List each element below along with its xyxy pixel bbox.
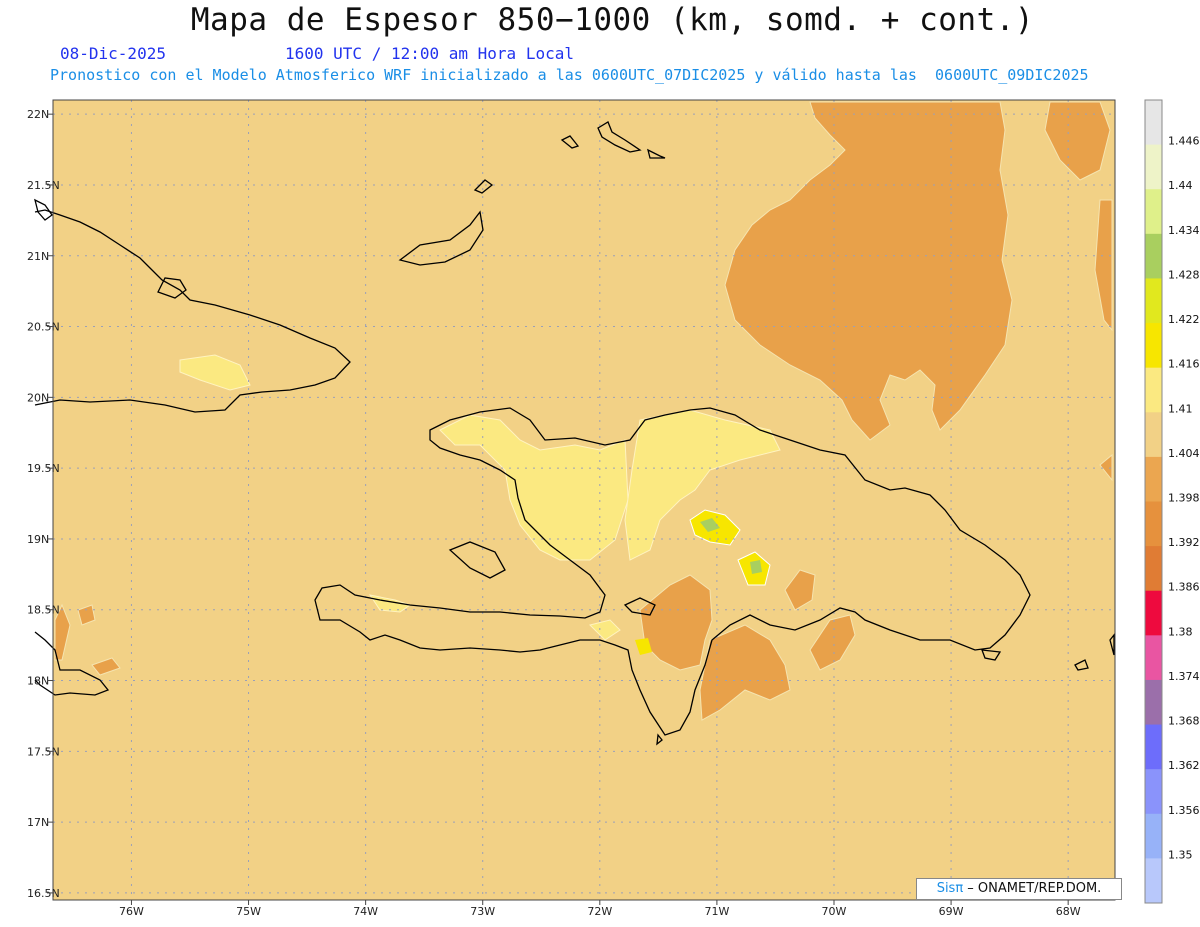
- lat-tick-label: 20.5N: [27, 321, 60, 334]
- colorbar-swatch: [1145, 813, 1162, 859]
- credit-text: – ONAMET/REP.DOM.: [963, 881, 1102, 896]
- colorbar-label: 1.356: [1168, 804, 1200, 817]
- colorbar-label: 1.446: [1168, 135, 1200, 148]
- lat-tick-label: 19N: [27, 533, 49, 546]
- colorbar-label: 1.41: [1168, 402, 1193, 415]
- lat-tick-label: 20N: [27, 391, 49, 404]
- lon-tick-label: 76W: [119, 905, 144, 918]
- colorbar-swatch: [1145, 724, 1162, 770]
- lon-tick-label: 72W: [587, 905, 612, 918]
- colorbar-swatch: [1145, 100, 1162, 146]
- colorbar-label: 1.374: [1168, 670, 1200, 683]
- colorbar-swatch: [1145, 189, 1162, 235]
- colorbar-label: 1.362: [1168, 759, 1200, 772]
- lat-tick-label: 17N: [27, 816, 49, 829]
- colorbar-swatch: [1145, 412, 1162, 458]
- colorbar-swatch: [1145, 501, 1162, 547]
- colorbar: 1.446 1.44 1.434 1.428 1.422 1.416 1.41 1.404 1.…: [1144, 99, 1200, 904]
- colorbar-swatch: [1145, 367, 1162, 413]
- colorbar-label: 1.422: [1168, 313, 1200, 326]
- colorbar-swatch: [1145, 233, 1162, 279]
- lat-tick-label: 16.5N: [27, 887, 60, 900]
- credit-box: Sisπ – ONAMET/REP.DOM.: [916, 878, 1122, 900]
- lat-tick-label: 17.5N: [27, 745, 60, 758]
- colorbar-swatch: [1145, 278, 1162, 324]
- colorbar-swatch: [1145, 769, 1162, 815]
- colorbar-label: 1.386: [1168, 581, 1200, 594]
- colorbar-swatch: [1145, 590, 1162, 636]
- colorbar-swatch: [1145, 456, 1162, 502]
- colorbar-label: 1.392: [1168, 536, 1200, 549]
- lat-tick-label: 21N: [27, 250, 49, 263]
- lon-tick-label: 70W: [822, 905, 847, 918]
- lat-tick-label: 19.5N: [27, 462, 60, 475]
- colorbar-label: 1.38: [1168, 625, 1193, 638]
- lon-tick-label: 74W: [353, 905, 378, 918]
- longitude-axis: 76W 75W 74W 73W 72W 71W 70W 69W 68W: [119, 900, 1081, 918]
- colorbar-swatch: [1145, 323, 1162, 369]
- sispi-logo-text: Sisπ: [936, 881, 964, 896]
- colorbar-label: 1.44: [1168, 179, 1193, 192]
- colorbar-label: 1.398: [1168, 492, 1200, 505]
- colorbar-swatch: [1145, 858, 1162, 904]
- thickness-map: 22N 21.5N 21N 20.5N 20N 19.5N 19N 18.5N 18N 17.5N…: [27, 99, 1200, 918]
- lon-tick-label: 69W: [939, 905, 964, 918]
- colorbar-swatch: [1145, 546, 1162, 592]
- lon-tick-label: 75W: [236, 905, 261, 918]
- lon-tick-label: 71W: [704, 905, 729, 918]
- lat-tick-label: 18N: [27, 675, 49, 688]
- lat-tick-label: 18.5N: [27, 604, 60, 617]
- colorbar-swatch: [1145, 679, 1162, 726]
- colorbar-label: 1.368: [1168, 715, 1200, 728]
- lat-tick-label: 21.5N: [27, 179, 60, 192]
- colorbar-label: 1.35: [1168, 848, 1193, 861]
- colorbar-swatch: [1145, 635, 1162, 681]
- lon-tick-label: 73W: [470, 905, 495, 918]
- lat-tick-label: 22N: [27, 108, 49, 121]
- colorbar-label: 1.434: [1168, 224, 1200, 237]
- colorbar-label: 1.404: [1168, 447, 1200, 460]
- colorbar-label: 1.416: [1168, 358, 1200, 371]
- colorbar-label: 1.428: [1168, 268, 1200, 281]
- colorbar-swatch: [1145, 144, 1162, 190]
- lon-tick-label: 68W: [1056, 905, 1081, 918]
